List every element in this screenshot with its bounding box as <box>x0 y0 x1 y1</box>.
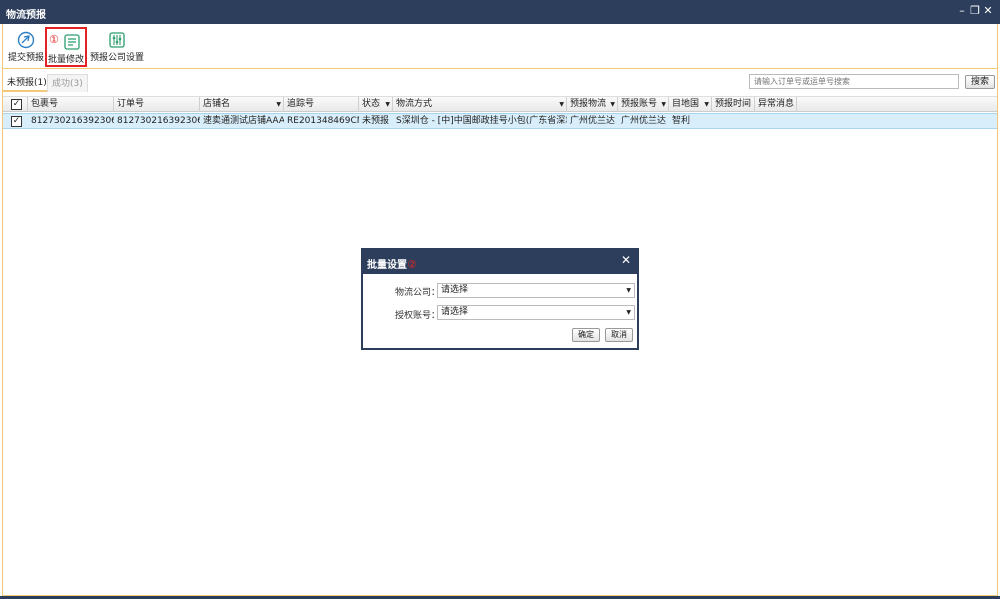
auth-account-select[interactable]: 请选择 ▼ <box>437 305 635 320</box>
submit-forecast-label: 提交预报 <box>7 53 44 63</box>
forecast-company-settings-button[interactable]: 预报公司设置 <box>89 29 145 65</box>
column-header[interactable]: 目地国 ▼ <box>669 97 712 112</box>
logistics-company-label: 物流公司： <box>395 288 441 298</box>
column-header-label: 目地国 <box>672 99 700 109</box>
column-header-label: 店铺名 <box>203 99 231 109</box>
column-header[interactable]: 订单号 <box>114 97 200 112</box>
cell-destination: 智利 <box>672 116 691 126</box>
toolbar: 提交预报 ① 批量修改 预报公司设置 <box>3 25 997 69</box>
chevron-down-icon[interactable]: ▼ <box>626 306 631 319</box>
column-header-label: 物流方式 <box>396 99 433 109</box>
auth-account-value: 请选择 <box>441 307 469 317</box>
column-header-label: 状态 <box>362 99 381 109</box>
column-header[interactable]: 追踪号 <box>284 97 359 112</box>
cell-status: 未预报 <box>362 116 390 126</box>
window-titlebar: 物流预报 – ❐ ✕ <box>0 0 1000 24</box>
tab-not-forecast[interactable]: 未预报(1) <box>3 74 51 92</box>
batch-settings-dialog: 批量设置② ✕ 物流公司： 请选择 ▼ 授权账号： 请选择 ▼ 确定 取消 <box>361 248 639 350</box>
chevron-down-icon[interactable]: ▼ <box>626 284 631 297</box>
row-select[interactable]: ✓ <box>3 114 28 129</box>
column-header[interactable]: 物流方式 ▼ <box>393 97 567 112</box>
cell-forecast-account: 广州优兰达 <box>621 116 667 126</box>
auth-account-label: 授权账号： <box>395 311 441 321</box>
window-title: 物流预报 <box>6 10 46 21</box>
cell-tracking-no: RE201348469CN <box>287 116 359 126</box>
cell-package-no: 8127302163923062 <box>31 116 114 126</box>
dialog-title: 批量设置② <box>367 256 417 271</box>
batch-edit-label: 批量修改 <box>47 55 84 65</box>
cell-error-message <box>755 114 797 129</box>
search-button[interactable]: 搜索 <box>965 75 995 89</box>
dropdown-arrow-icon[interactable]: ▼ <box>559 97 564 112</box>
cell-forecast-time <box>712 114 755 129</box>
plane-icon <box>17 31 35 49</box>
forecast-company-settings-label: 预报公司设置 <box>89 53 144 63</box>
logistics-company-select[interactable]: 请选择 ▼ <box>437 283 635 298</box>
close-icon[interactable]: ✕ <box>621 253 631 267</box>
search-input[interactable] <box>749 74 959 89</box>
column-header[interactable]: 店铺名 ▼ <box>200 97 284 112</box>
dialog-header: 批量设置② ✕ <box>363 250 637 274</box>
cancel-button[interactable]: 取消 <box>605 328 633 342</box>
marker-two: ② <box>407 258 417 271</box>
select-all-checkbox[interactable]: ✓ <box>11 99 22 110</box>
marker-one: ① <box>49 33 59 46</box>
grid-header: ✓ 包裹号 订单号 店铺名 ▼ 追踪号 状态 ▼ 物流方式 ▼ 预报物流 ▼ 预报账号 ▼… <box>3 96 997 112</box>
cell-shipping-method: S深圳仓 - [中]中国邮政挂号小包(广东省深圳 <box>396 116 567 126</box>
column-header-label: 预报账号 <box>621 99 658 109</box>
window-controls: – ❐ ✕ <box>955 4 994 17</box>
submit-forecast-button[interactable]: 提交预报 <box>7 29 45 65</box>
confirm-button[interactable]: 确定 <box>572 328 600 342</box>
column-header[interactable]: 包裹号 <box>28 97 114 112</box>
dialog-title-text: 批量设置 <box>367 260 407 271</box>
column-header-label: 预报物流 <box>570 99 607 109</box>
table-row[interactable]: ✓ 8127302163923062 8127302163923062 速卖通测… <box>3 113 997 129</box>
dropdown-arrow-icon[interactable]: ▼ <box>385 97 390 112</box>
dropdown-arrow-icon[interactable]: ▼ <box>704 97 709 112</box>
column-header[interactable]: 异常消息 <box>755 97 797 112</box>
cell-store-name: 速卖通测试店铺AAA <box>203 116 284 126</box>
column-header[interactable]: 预报时间 <box>712 97 755 112</box>
dropdown-arrow-icon[interactable]: ▼ <box>276 97 281 112</box>
header-select-all[interactable]: ✓ <box>3 97 28 112</box>
minimize-icon[interactable]: – <box>956 4 968 17</box>
cell-order-no: 8127302163923062 <box>117 116 200 126</box>
close-icon[interactable]: ✕ <box>982 4 994 17</box>
edit-list-icon <box>64 34 80 50</box>
dropdown-arrow-icon[interactable]: ▼ <box>610 97 615 112</box>
sliders-icon <box>109 32 125 48</box>
column-header[interactable]: 预报物流 ▼ <box>567 97 618 112</box>
row-checkbox[interactable]: ✓ <box>11 116 22 127</box>
batch-edit-button[interactable]: ① 批量修改 <box>45 27 87 67</box>
logistics-company-value: 请选择 <box>441 285 469 295</box>
cell-forecast-logistics: 广州优兰达 <box>570 116 616 126</box>
column-header[interactable]: 预报账号 ▼ <box>618 97 669 112</box>
tab-success[interactable]: 成功(3) <box>47 74 88 92</box>
dropdown-arrow-icon[interactable]: ▼ <box>661 97 666 112</box>
restore-icon[interactable]: ❐ <box>969 4 981 17</box>
tab-bar: 未预报(1) 成功(3) 搜索 <box>3 72 997 92</box>
column-header[interactable]: 状态 ▼ <box>359 97 393 112</box>
